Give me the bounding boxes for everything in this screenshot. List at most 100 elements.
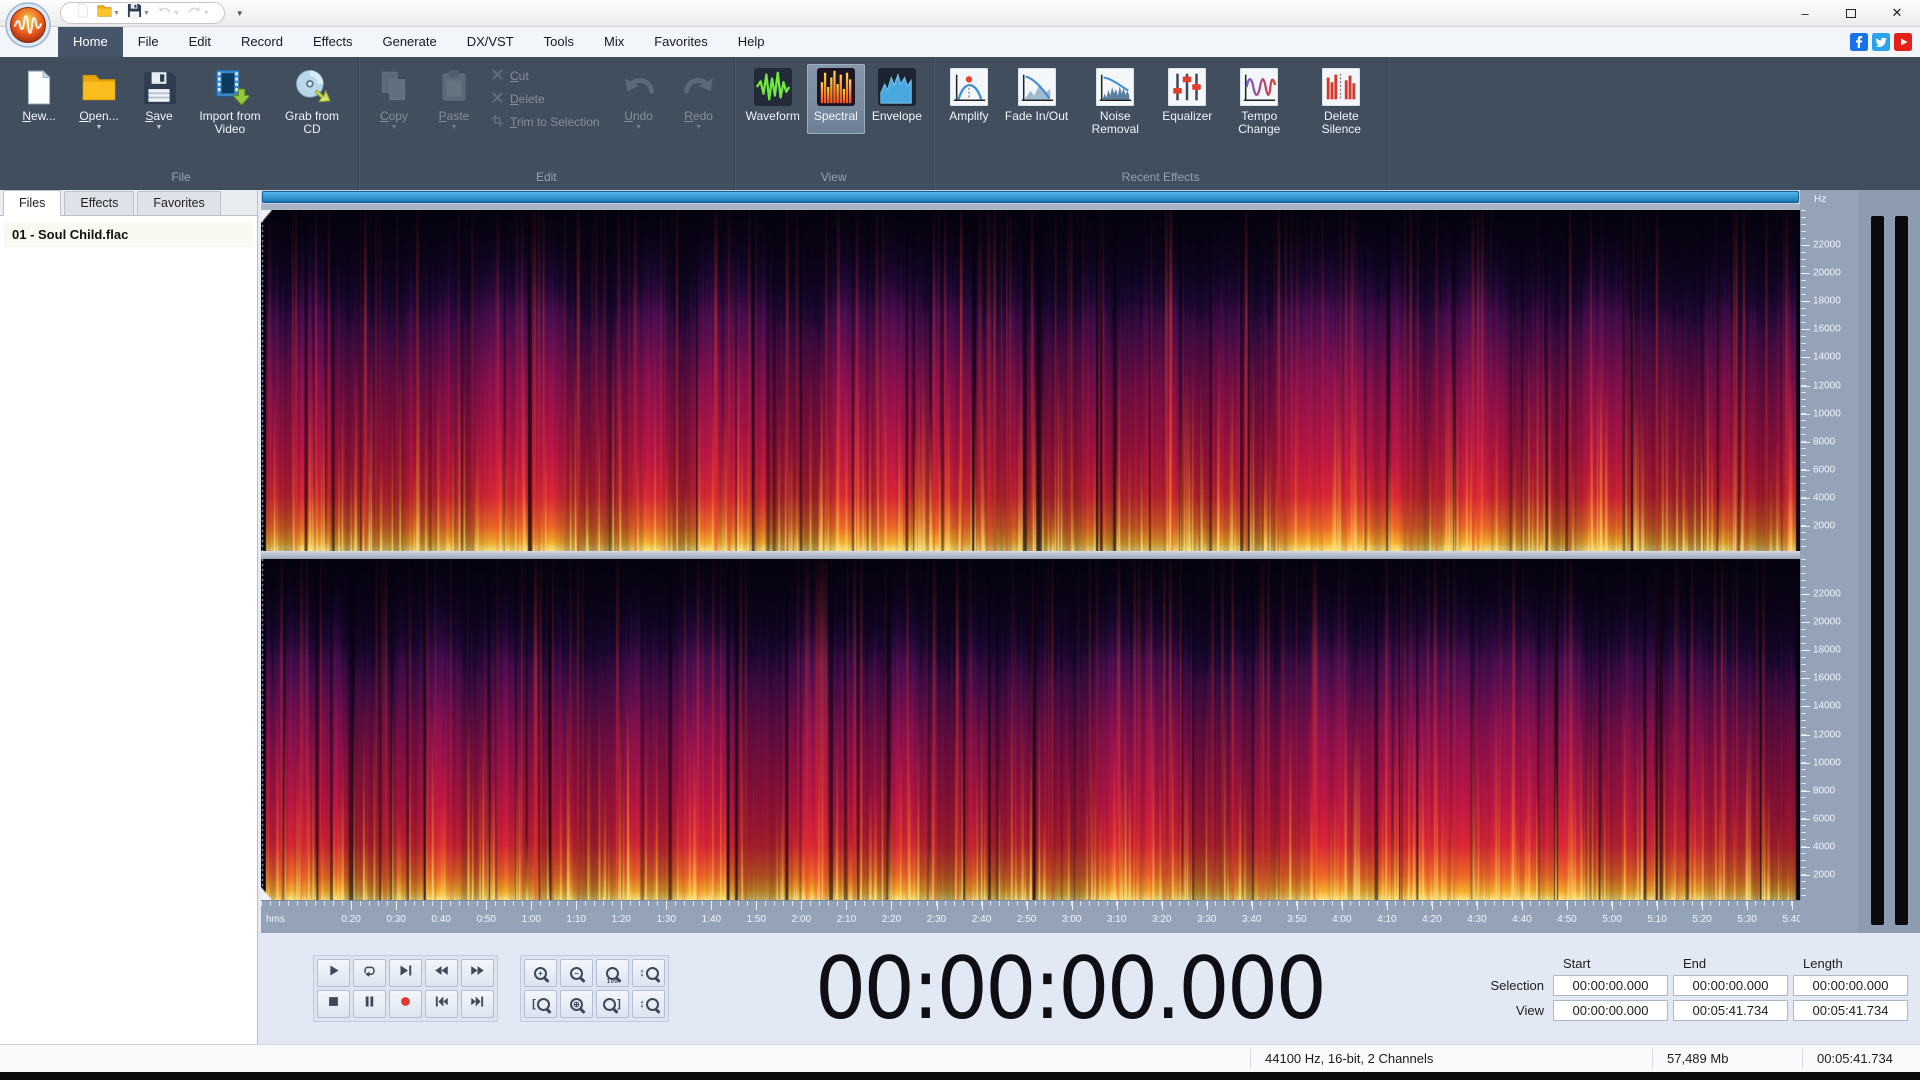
menu-tab-home[interactable]: Home <box>58 27 123 57</box>
zoom-to-selection-button[interactable]: ⊕ <box>560 990 593 1018</box>
time-tick-label: 5:40 <box>1782 914 1800 925</box>
zoom-vertical-in-button[interactable]: ↕ <box>632 959 665 987</box>
spectrogram-left-channel[interactable] <box>261 210 1800 551</box>
selection-end-field[interactable]: 00:00:00.000 <box>1673 975 1788 996</box>
play-button[interactable] <box>317 959 350 987</box>
ribbon-button-delete-silence[interactable]: Delete Silence <box>1301 64 1381 147</box>
ribbon-label-new: New... <box>22 109 56 123</box>
ribbon-button-amplify[interactable]: Amplify <box>940 64 998 134</box>
ribbon-button-new[interactable]: New... <box>10 64 68 134</box>
horizontal-scrollbar-thumb[interactable] <box>262 191 1799 203</box>
twitter-button[interactable] <box>1872 33 1890 51</box>
app-logo-icon[interactable] <box>5 2 51 48</box>
zoom-modifier: [ <box>532 997 536 1010</box>
rewind-button[interactable] <box>425 959 458 987</box>
sidebar-tab-effects[interactable]: Effects <box>64 191 135 215</box>
record-button[interactable] <box>389 990 422 1018</box>
close-button[interactable]: ✕ <box>1874 0 1920 27</box>
sidebar-tab-files[interactable]: Files <box>3 190 62 216</box>
menu-tab-favorites[interactable]: Favorites <box>639 27 722 57</box>
time-tick-label: 1:40 <box>701 914 722 925</box>
menu-tab-file[interactable]: File <box>123 27 174 57</box>
trim-icon <box>491 114 504 130</box>
playback-control-bar: + − 100 ↕ [⊕] ↕ 00:00:00.000 Start End Length Se… <box>258 933 1920 1044</box>
copy-icon <box>374 67 414 107</box>
stop-button[interactable] <box>317 990 350 1018</box>
selection-start-field[interactable]: 00:00:00.000 <box>1553 975 1668 996</box>
quick-open-button[interactable]: ▼ <box>95 2 122 24</box>
zoom-in-button[interactable]: + <box>524 959 557 987</box>
pause-button[interactable] <box>353 990 386 1018</box>
channel-divider[interactable] <box>261 551 1800 559</box>
ribbon-button-spectral[interactable]: Spectral <box>806 64 865 134</box>
ribbon-button-noise-removal[interactable]: Noise Removal <box>1075 64 1155 147</box>
pause-icon <box>362 994 377 1014</box>
ribbon-label-amplify: Amplify <box>949 109 989 123</box>
zoom-vertical-out-button[interactable]: ↕ <box>632 990 665 1018</box>
time-tick-label: 2:20 <box>881 914 902 925</box>
sidebar-tab-favorites[interactable]: Favorites <box>137 191 221 215</box>
time-ruler[interactable]: hms 0:20 0:30 0:40 0:50 1:00 1:10 1:20 1:30 1:40 1… <box>261 900 1800 933</box>
ribbon-group-label: Recent Effects <box>1121 170 1200 184</box>
frequency-tick-label: 14000 <box>1813 700 1841 712</box>
view-start-field[interactable]: 00:00:00.000 <box>1553 1000 1668 1021</box>
ribbon-label-envelope: Envelope <box>871 109 922 123</box>
ribbon-group-label: File <box>171 170 191 184</box>
ribbon-button-open[interactable]: Open... ▼ <box>70 64 128 134</box>
ribbon-button-paste: Paste ▼ <box>425 64 483 134</box>
menu-tab-mix[interactable]: Mix <box>589 27 639 57</box>
ribbon-group-view: Waveform Spectral Envelope View <box>735 57 934 190</box>
view-length-field[interactable]: 00:05:41.734 <box>1793 1000 1908 1021</box>
youtube-button[interactable] <box>1894 33 1912 51</box>
menu-tab-dx-vst[interactable]: DX/VST <box>452 27 529 57</box>
quick-save-button[interactable]: ▼ <box>125 2 152 24</box>
horizontal-scrollbar[interactable] <box>261 190 1800 204</box>
sidebar-panel: Files Effects Favorites 01 - Soul Child.fl… <box>0 190 258 1044</box>
menu-tab-tools[interactable]: Tools <box>529 27 589 57</box>
frequency-tick-label: 20000 <box>1813 616 1841 628</box>
zoom-selection-end-button[interactable]: ] <box>596 990 629 1018</box>
loop-button[interactable] <box>353 959 386 987</box>
ribbon-button-tempo-change[interactable]: Tempo Change <box>1219 64 1299 147</box>
file-list-item[interactable]: 01 - Soul Child.flac <box>4 222 253 247</box>
menu-tab-generate[interactable]: Generate <box>367 27 451 57</box>
fast-forward-button[interactable] <box>461 959 494 987</box>
chevron-down-icon: ▼ <box>95 124 103 131</box>
ribbon-button-save[interactable]: Save ▼ <box>130 64 188 134</box>
time-tick-label: 1:50 <box>746 914 767 925</box>
go-to-start-button[interactable] <box>425 990 458 1018</box>
floppy-icon <box>139 67 179 107</box>
playback-time-display: 00:00:00.000 <box>814 938 1327 1039</box>
quick-access-customize-button[interactable]: ▼ <box>231 7 249 20</box>
chevron-down-icon: ▼ <box>113 9 120 17</box>
magnifier-icon <box>603 997 617 1011</box>
time-tick-label: 3:00 <box>1061 914 1082 925</box>
menu-tab-effects[interactable]: Effects <box>298 27 368 57</box>
facebook-button[interactable] <box>1850 33 1868 51</box>
ribbon-button-equalizer[interactable]: Equalizer <box>1157 64 1217 134</box>
selection-length-field[interactable]: 00:00:00.000 <box>1793 975 1908 996</box>
app-window: ▼ ▼ ▼ ▼ ▼ – ✕ Home File Edit Record Effects Gener… <box>0 0 1920 1080</box>
ribbon-button-waveform[interactable]: Waveform <box>741 64 805 134</box>
ribbon-button-envelope[interactable]: Envelope <box>867 64 927 134</box>
menu-tab-help[interactable]: Help <box>723 27 780 57</box>
maximize-button[interactable] <box>1828 0 1874 27</box>
spectrogram-right-channel[interactable] <box>261 559 1800 900</box>
zoom-selection-start-button[interactable]: [ <box>524 990 557 1018</box>
ribbon-group-label: Edit <box>535 170 557 184</box>
zoom-out-button[interactable]: − <box>560 959 593 987</box>
zoom-100-button[interactable]: 100 <box>596 959 629 987</box>
ribbon-button-fade-in-out[interactable]: Fade In/Out <box>1000 64 1073 134</box>
play-to-next-button[interactable] <box>389 959 422 987</box>
ribbon-button-grab-from-cd[interactable]: Grab from CD <box>272 64 352 147</box>
ribbon-button-import-from-video[interactable]: Import from Video <box>190 64 270 147</box>
view-end-field[interactable]: 00:05:41.734 <box>1673 1000 1788 1021</box>
minimize-button[interactable]: – <box>1782 0 1828 27</box>
chevron-down-icon: ▼ <box>450 124 458 131</box>
ribbon-group-file: New... Open... ▼ Save ▼ Import from Video Grab… <box>4 57 359 190</box>
go-to-end-button[interactable] <box>461 990 494 1018</box>
fast-forward-icon <box>470 963 485 983</box>
menu-tab-edit[interactable]: Edit <box>174 27 226 57</box>
menu-tab-record[interactable]: Record <box>226 27 298 57</box>
edit-stack: Cut Delete Trim to Selection <box>485 64 608 130</box>
